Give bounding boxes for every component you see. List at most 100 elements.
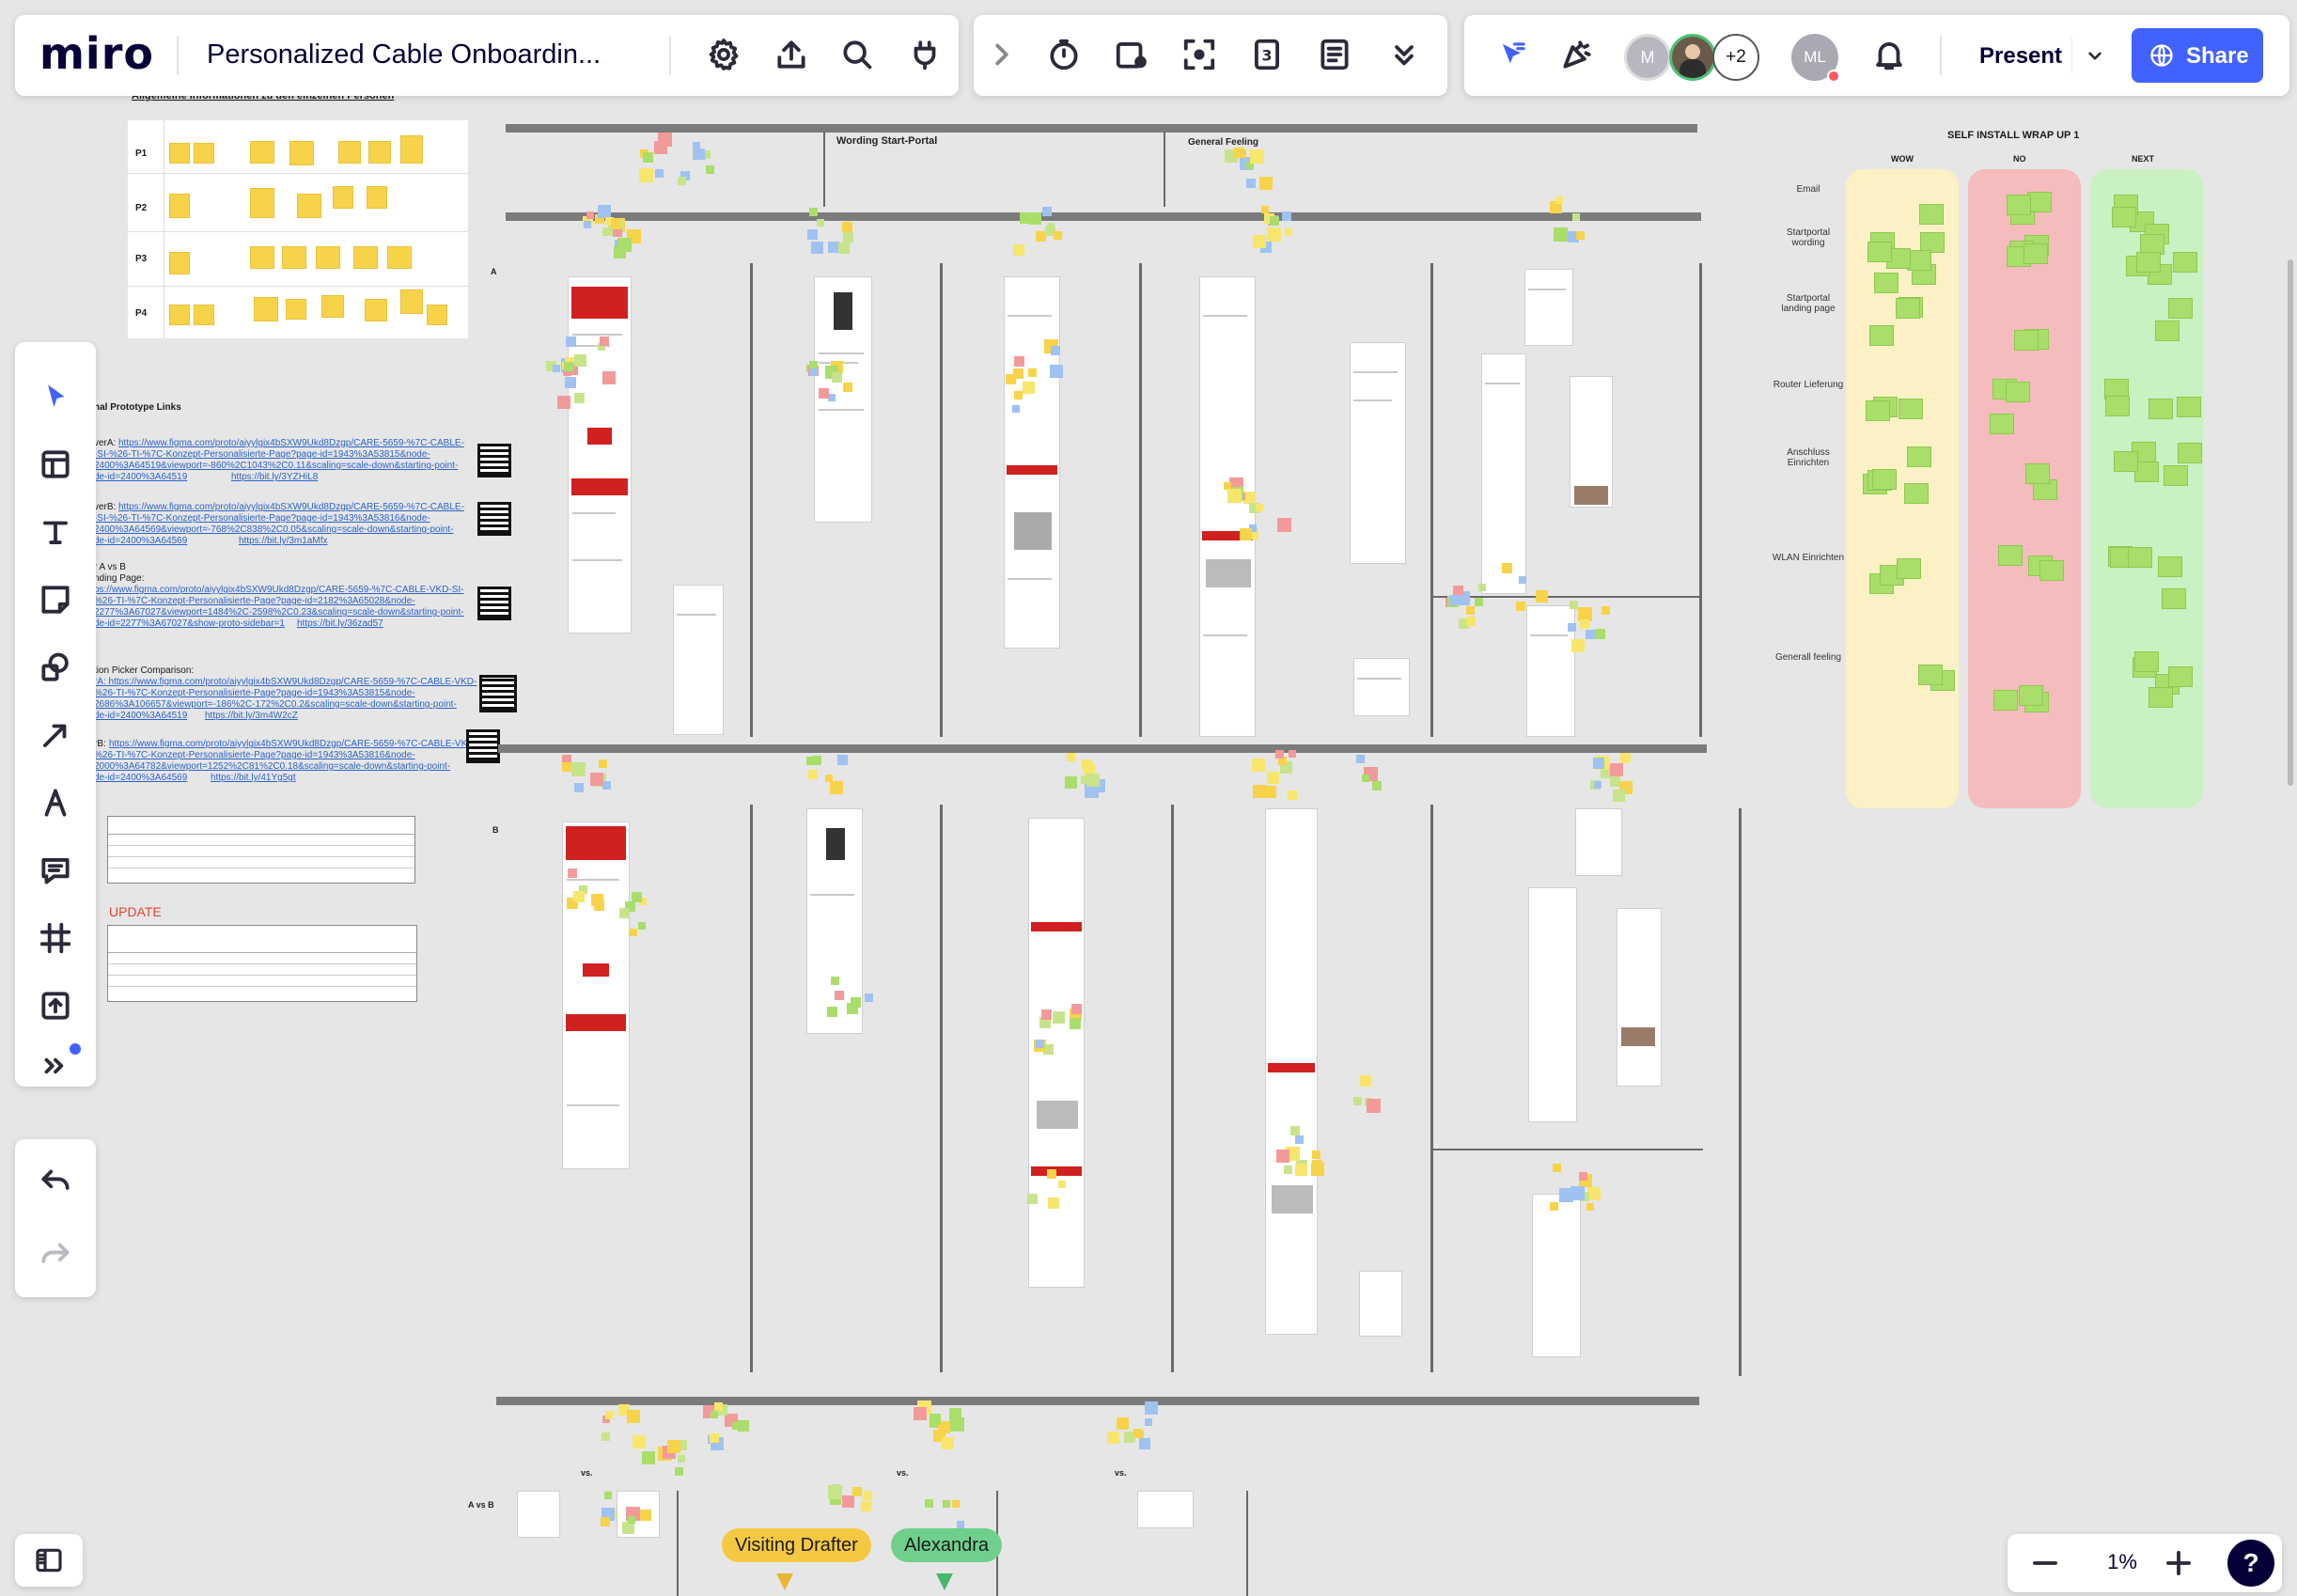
sticky-note[interactable] — [194, 143, 214, 164]
sticky-dot[interactable] — [1579, 1172, 1587, 1181]
sticky-dot[interactable] — [1048, 1197, 1059, 1209]
sticky-dot[interactable] — [1275, 750, 1284, 759]
wrap-up-note[interactable] — [2162, 588, 2186, 609]
frame-tool[interactable] — [31, 914, 80, 962]
sticky-dot[interactable] — [1295, 1135, 1304, 1144]
sticky-dot[interactable] — [1050, 365, 1063, 378]
sticky-dot[interactable] — [604, 1492, 612, 1499]
sticky-dot[interactable] — [667, 1440, 680, 1453]
plugin-button[interactable] — [900, 30, 949, 79]
short-link[interactable]: https://bit.ly/3m4W2cZ — [205, 711, 298, 721]
sticky-dot[interactable] — [1620, 753, 1631, 763]
sticky-dot[interactable] — [1145, 1401, 1158, 1415]
sticky-dot[interactable] — [957, 1521, 964, 1528]
sticky-dot[interactable] — [675, 1467, 683, 1476]
sticky-dot[interactable] — [602, 227, 611, 236]
sticky-dot[interactable] — [602, 1432, 610, 1441]
figma-link[interactable]: de-id=2400%3A64519 — [94, 711, 187, 721]
sticky-dot[interactable] — [553, 365, 560, 372]
sticky-note[interactable] — [367, 186, 387, 209]
sticky-dot[interactable] — [1290, 1126, 1300, 1135]
sticky-dot[interactable] — [811, 242, 823, 254]
voting-button[interactable]: 3 — [1242, 30, 1291, 79]
templates-tool[interactable] — [31, 440, 80, 489]
sticky-dot[interactable] — [601, 1517, 610, 1526]
wrap-up-note[interactable] — [2128, 547, 2152, 568]
wrap-up-note[interactable] — [2158, 556, 2182, 577]
wrap-up-note[interactable] — [2136, 252, 2161, 273]
sticky-dot[interactable] — [627, 1410, 640, 1423]
sticky-dot[interactable] — [1277, 518, 1291, 532]
wrap-up-note[interactable] — [2007, 195, 2031, 215]
sticky-dot[interactable] — [714, 1402, 723, 1411]
upload-tool[interactable] — [31, 981, 80, 1030]
sticky-dot[interactable] — [1276, 1150, 1289, 1163]
sticky-dot[interactable] — [838, 243, 850, 254]
figma-link[interactable]: rA: https://www.figma.com/proto/aiyylgix… — [94, 677, 477, 687]
sticky-dot[interactable] — [711, 1411, 718, 1418]
sticky-dot[interactable] — [1145, 1418, 1152, 1426]
sticky-note[interactable] — [194, 305, 214, 325]
sticky-dot[interactable] — [1107, 1432, 1119, 1444]
help-button[interactable]: ? — [2227, 1540, 2274, 1587]
sticky-dot[interactable] — [1593, 758, 1604, 769]
figma-link[interactable]: -SI-%26-TI-%7C-Konzept-Personalisierte-P… — [94, 449, 430, 460]
sticky-dot[interactable] — [602, 371, 616, 384]
wrap-up-note[interactable] — [2155, 321, 2180, 341]
sticky-dot[interactable] — [654, 141, 667, 154]
zoom-out-button[interactable] — [2021, 1539, 2070, 1588]
wrap-up-note[interactable] — [1899, 399, 1923, 419]
sticky-dot[interactable] — [1450, 595, 1461, 605]
sticky-dot[interactable] — [1117, 1417, 1129, 1430]
sticky-dot[interactable] — [930, 1414, 941, 1425]
select-tool[interactable] — [31, 372, 80, 421]
sticky-note[interactable] — [169, 143, 190, 164]
figma-link[interactable]: ps://www.figma.com/proto/aiyylgix4bSXW9U… — [94, 585, 463, 595]
sticky-dot[interactable] — [809, 208, 818, 216]
short-link[interactable]: https://bit.ly/3YZHiL8 — [231, 472, 318, 482]
sticky-dot[interactable] — [1267, 772, 1279, 784]
screen-mockup[interactable] — [568, 276, 632, 634]
sticky-note[interactable] — [250, 246, 274, 269]
figma-link[interactable]: https://www.figma.com/proto/aiyylgix4bSX… — [118, 502, 464, 512]
sticky-dot[interactable] — [1295, 1164, 1307, 1176]
sticky-dot[interactable] — [952, 1500, 960, 1508]
sticky-dot[interactable] — [1595, 629, 1605, 639]
sticky-dot[interactable] — [1042, 207, 1052, 216]
sticky-dot[interactable] — [633, 1435, 646, 1448]
sticky-dot[interactable] — [1466, 606, 1475, 615]
screen-mockup[interactable] — [517, 1491, 560, 1538]
sticky-dot[interactable] — [1086, 774, 1100, 787]
sticky-dot[interactable] — [1267, 227, 1281, 242]
sticky-note[interactable] — [316, 246, 340, 269]
sticky-dot[interactable] — [1586, 630, 1595, 639]
sticky-dot[interactable] — [1571, 639, 1585, 652]
sticky-dot[interactable] — [865, 994, 873, 1002]
sticky-dot[interactable] — [1041, 1009, 1052, 1020]
sticky-dot[interactable] — [568, 868, 577, 878]
wrap-up-note[interactable] — [1990, 414, 2014, 434]
sticky-dot[interactable] — [1550, 1202, 1558, 1211]
sticky-dot[interactable] — [1289, 750, 1296, 758]
screen-mockup[interactable] — [1524, 269, 1573, 346]
wrap-up-note[interactable] — [2177, 397, 2201, 417]
sticky-dot[interactable] — [611, 219, 621, 229]
sticky-dot[interactable] — [1029, 212, 1041, 225]
sticky-note[interactable] — [368, 141, 391, 164]
more-tools-button[interactable] — [1380, 30, 1429, 79]
sticky-dot[interactable] — [1028, 368, 1037, 377]
sticky-dot[interactable] — [837, 755, 848, 765]
wrap-up-note[interactable] — [2173, 252, 2197, 273]
wrap-up-note[interactable] — [2025, 463, 2050, 484]
figma-link[interactable]: de-id=2400%3A64519 — [94, 472, 187, 482]
sticky-dot[interactable] — [1240, 528, 1252, 540]
sticky-dot[interactable] — [1139, 1438, 1150, 1449]
sticky-dot[interactable] — [642, 1451, 655, 1464]
sticky-note-tool[interactable] — [31, 575, 80, 624]
figma-link[interactable]: 2277%3A67027&viewport=1484%2C-2598%2C0.2… — [94, 607, 464, 618]
sticky-note[interactable] — [250, 188, 274, 218]
sticky-dot[interactable] — [643, 152, 653, 163]
figma-link[interactable]: %26-TI-%7C-Konzept-Personalisierte-Page?… — [94, 750, 415, 760]
sticky-dot[interactable] — [564, 362, 573, 371]
sticky-dot[interactable] — [594, 900, 604, 911]
